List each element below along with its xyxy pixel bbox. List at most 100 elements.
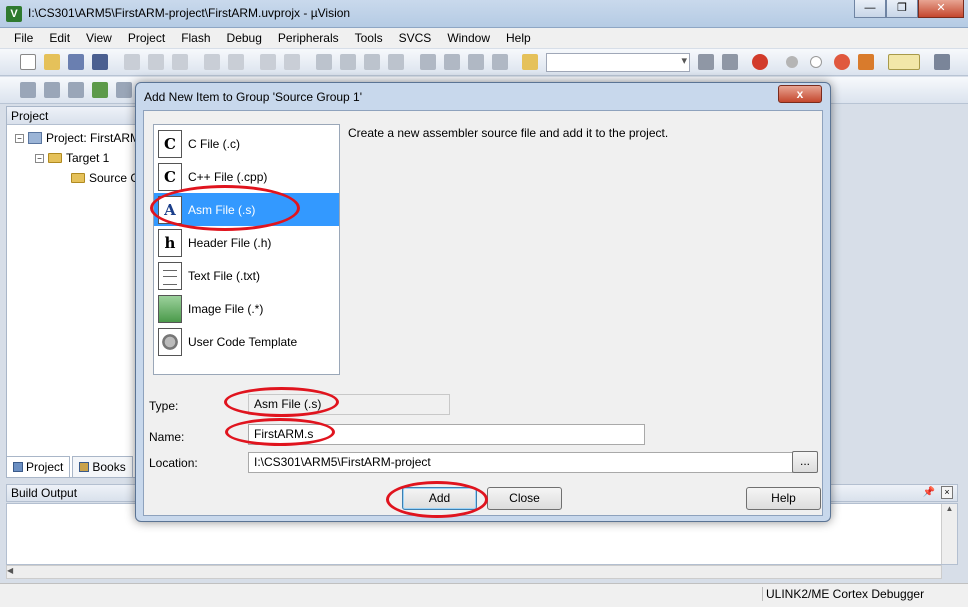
incremental-find-icon[interactable]: [722, 54, 738, 70]
collapse-icon[interactable]: −: [15, 133, 24, 143]
pin-icon[interactable]: 📌: [923, 485, 935, 501]
find-icon[interactable]: [698, 54, 714, 70]
project-pane-tabs: Project Books: [6, 456, 133, 478]
list-item-image-file[interactable]: Image File (.*): [154, 292, 339, 325]
kill-breakpoints-icon[interactable]: [834, 54, 850, 70]
uncomment-icon[interactable]: [492, 54, 508, 70]
tree-target[interactable]: − Target 1: [35, 151, 109, 165]
prev-bookmark-icon[interactable]: [340, 54, 356, 70]
list-item-text-file[interactable]: Text File (.txt): [154, 259, 339, 292]
disable-breakpoint-icon[interactable]: [810, 56, 822, 68]
type-label: Type:: [149, 399, 179, 413]
collapse-icon[interactable]: −: [35, 153, 44, 163]
window-config-icon[interactable]: [858, 54, 874, 70]
translate-icon[interactable]: [20, 82, 36, 98]
open-file-icon[interactable]: [44, 54, 60, 70]
layout-dropdown-icon[interactable]: [888, 54, 920, 70]
new-file-icon[interactable]: [20, 54, 36, 70]
type-field: Asm File (.s): [248, 394, 450, 415]
list-item-asm-file[interactable]: A Asm File (.s): [154, 193, 339, 226]
status-bar: ULINK2/ME Cortex Debugger: [0, 583, 968, 607]
menu-debug[interactable]: Debug: [219, 31, 270, 45]
undo-icon[interactable]: [204, 54, 220, 70]
close-button[interactable]: Close: [487, 487, 562, 510]
project-icon: [28, 132, 42, 144]
next-bookmark-icon[interactable]: [364, 54, 380, 70]
list-item-header-file[interactable]: h Header File (.h): [154, 226, 339, 259]
find-in-files-icon[interactable]: [522, 54, 538, 70]
list-item-c-file[interactable]: C C File (.c): [154, 127, 339, 160]
debugger-status: ULINK2/ME Cortex Debugger: [762, 587, 924, 601]
bookmark-icon[interactable]: [316, 54, 332, 70]
menu-project[interactable]: Project: [120, 31, 173, 45]
window-title: I:\CS301\ARM5\FirstARM-project\FirstARM.…: [28, 6, 351, 20]
tab-books[interactable]: Books: [72, 456, 133, 478]
tab-project[interactable]: Project: [6, 456, 71, 478]
window-close-button[interactable]: ✕: [918, 0, 964, 18]
save-icon[interactable]: [68, 54, 84, 70]
rebuild-icon[interactable]: [68, 82, 84, 98]
header-file-icon: h: [158, 228, 182, 257]
name-label: Name:: [149, 430, 185, 444]
c-file-icon: C: [158, 129, 182, 158]
dialog-body: C C File (.c) C C++ File (.cpp) A Asm Fi…: [143, 110, 823, 516]
menu-file[interactable]: File: [6, 31, 41, 45]
find-combo[interactable]: [546, 53, 690, 72]
list-item-user-code-template[interactable]: User Code Template: [154, 325, 339, 358]
menu-help[interactable]: Help: [498, 31, 539, 45]
redo-icon[interactable]: [228, 54, 244, 70]
indent-icon[interactable]: [420, 54, 436, 70]
save-all-icon[interactable]: [92, 54, 108, 70]
project-tab-icon: [13, 462, 23, 472]
build-icon[interactable]: [44, 82, 60, 98]
folder-icon: [71, 173, 85, 183]
project-pane-header: Project: [7, 107, 135, 125]
menu-view[interactable]: View: [78, 31, 120, 45]
tree-project[interactable]: − Project: FirstARM: [15, 131, 140, 145]
file-toolbar: [0, 49, 968, 76]
breakpoint-icon[interactable]: [786, 56, 798, 68]
menu-svcs[interactable]: SVCS: [391, 31, 440, 45]
clear-bookmarks-icon[interactable]: [388, 54, 404, 70]
build-output-scrollbar[interactable]: ▲: [941, 504, 957, 564]
copy-icon[interactable]: [148, 54, 164, 70]
debug-session-icon[interactable]: [752, 54, 768, 70]
name-input[interactable]: FirstARM.s: [248, 424, 645, 445]
add-new-item-dialog: Add New Item to Group 'Source Group 1' x…: [135, 82, 831, 522]
browse-button[interactable]: ...: [792, 451, 818, 473]
help-button[interactable]: Help: [746, 487, 821, 510]
list-item-cpp-file[interactable]: C C++ File (.cpp): [154, 160, 339, 193]
minimize-button[interactable]: —: [854, 0, 886, 18]
uvision-app-icon: V: [6, 6, 22, 22]
close-pane-icon[interactable]: ×: [941, 486, 953, 499]
cut-icon[interactable]: [124, 54, 140, 70]
window-titlebar: V I:\CS301\ARM5\FirstARM-project\FirstAR…: [0, 0, 968, 28]
configure-icon[interactable]: [934, 54, 950, 70]
menu-window[interactable]: Window: [439, 31, 498, 45]
paste-icon[interactable]: [172, 54, 188, 70]
menu-tools[interactable]: Tools: [347, 31, 391, 45]
dialog-title: Add New Item to Group 'Source Group 1': [144, 90, 363, 104]
add-button[interactable]: Add: [402, 487, 477, 510]
horizontal-scrollbar[interactable]: ◀: [6, 565, 942, 579]
menu-peripherals[interactable]: Peripherals: [270, 31, 347, 45]
folder-icon: [48, 153, 62, 163]
project-pane: Project − Project: FirstARM − Target 1 S…: [6, 106, 140, 478]
dialog-close-button[interactable]: x: [778, 85, 822, 103]
location-label: Location:: [149, 456, 198, 470]
download-icon[interactable]: [92, 82, 108, 98]
window-controls: — ❐ ✕: [854, 0, 964, 18]
item-type-list: C C File (.c) C C++ File (.cpp) A Asm Fi…: [153, 124, 340, 375]
restore-button[interactable]: ❐: [886, 0, 918, 18]
nav-forward-icon[interactable]: [284, 54, 300, 70]
nav-back-icon[interactable]: [260, 54, 276, 70]
menu-flash[interactable]: Flash: [173, 31, 218, 45]
stop-build-icon[interactable]: [116, 82, 132, 98]
location-input[interactable]: I:\CS301\ARM5\FirstARM-project: [248, 452, 793, 473]
books-icon: [79, 462, 90, 472]
menu-edit[interactable]: Edit: [41, 31, 78, 45]
tree-source-group[interactable]: Source G: [71, 171, 140, 185]
asm-file-icon: A: [158, 195, 182, 224]
unindent-icon[interactable]: [444, 54, 460, 70]
comment-icon[interactable]: [468, 54, 484, 70]
